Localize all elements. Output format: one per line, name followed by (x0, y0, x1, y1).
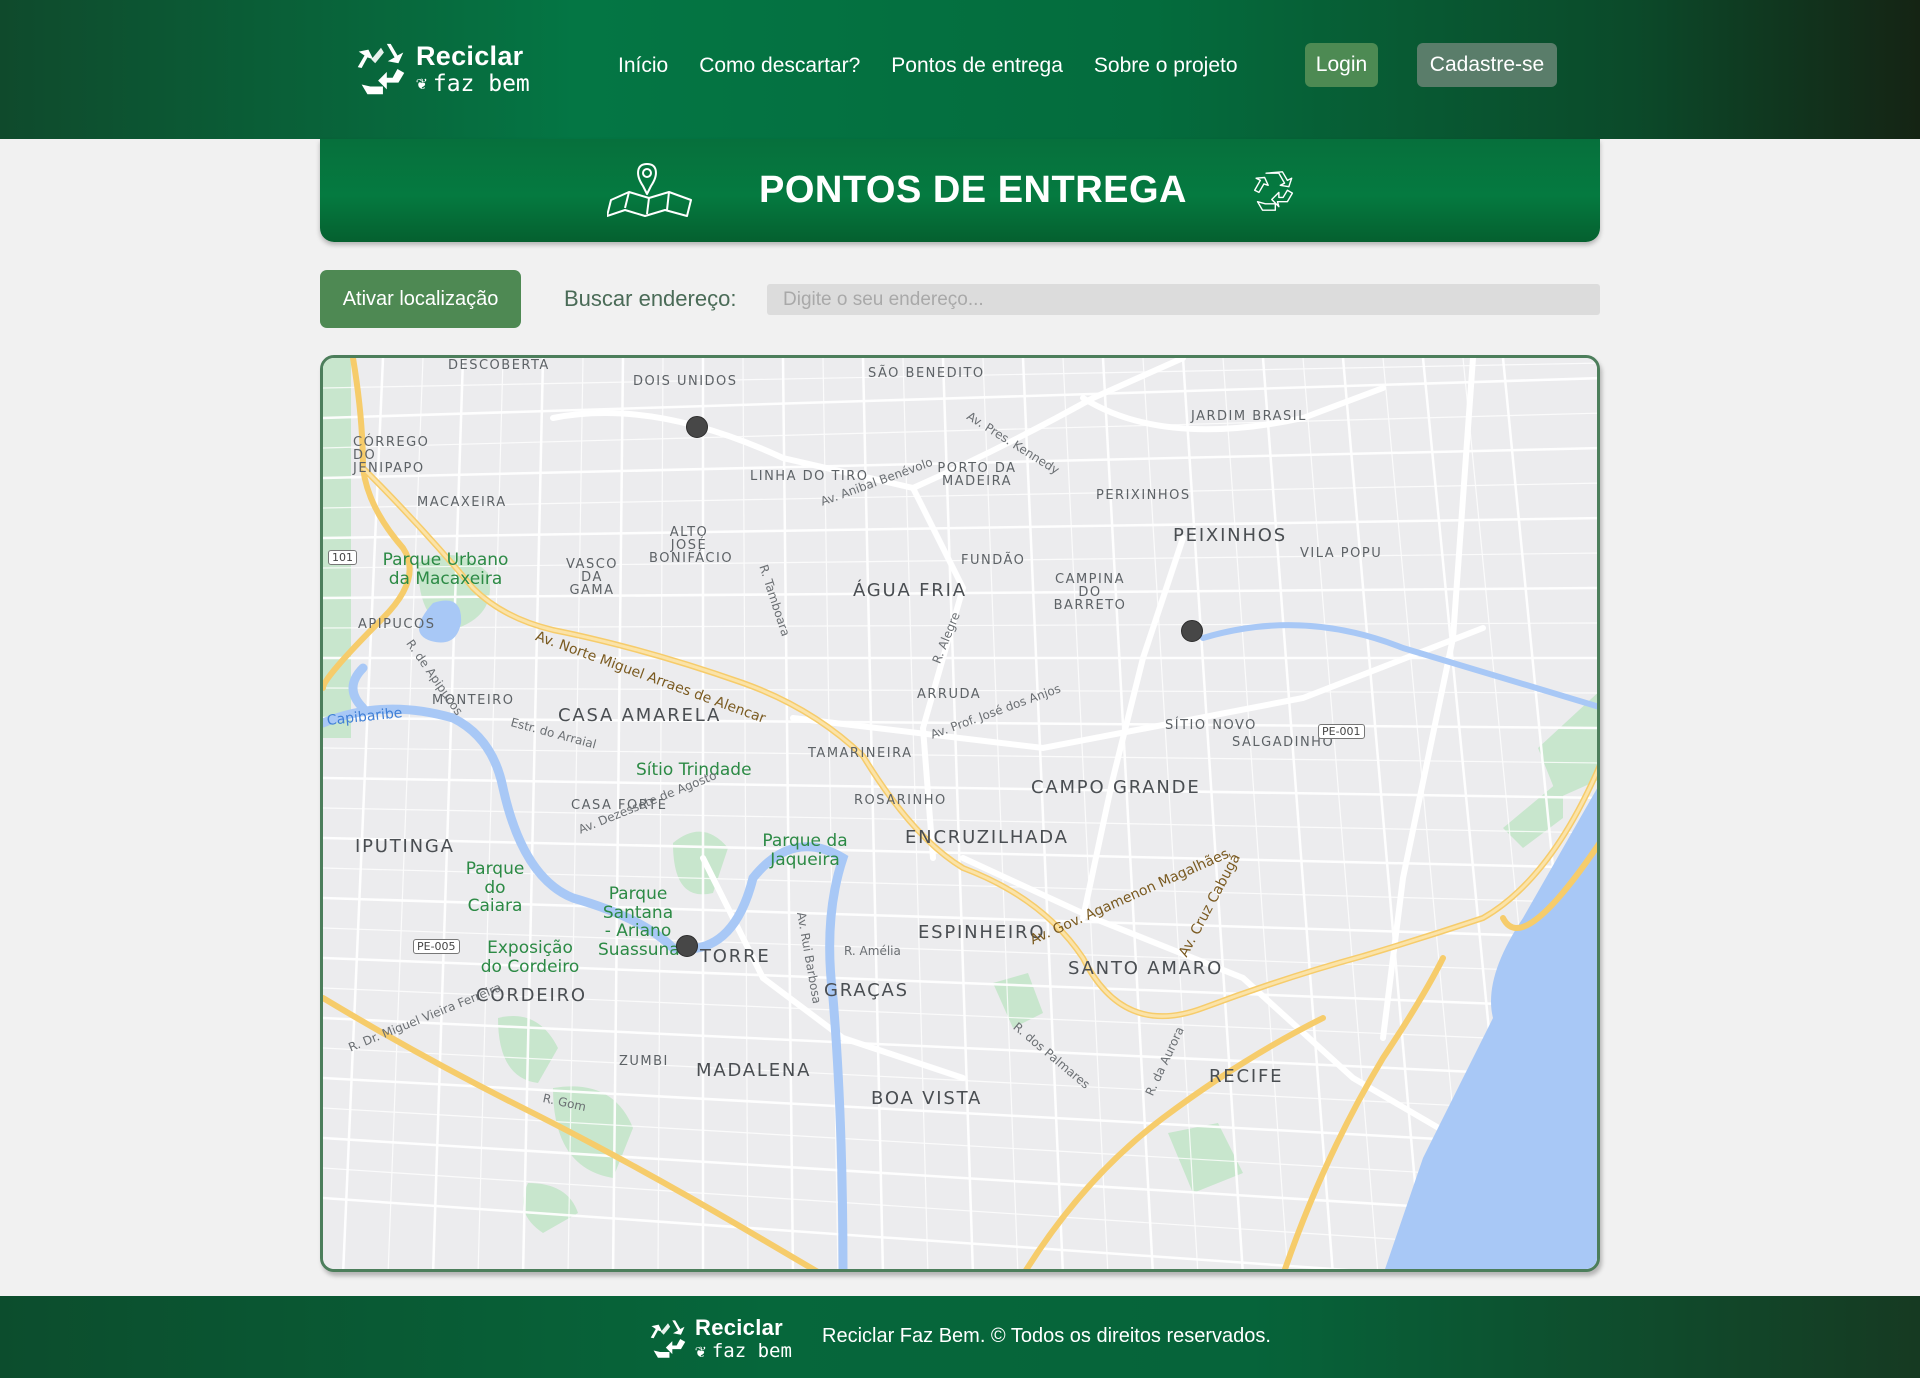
map-label-macaxeira: MACAXEIRA (417, 495, 507, 510)
nav-sobre-o-projeto[interactable]: Sobre o projeto (1094, 54, 1238, 78)
address-search-input[interactable] (767, 284, 1600, 315)
map-label-encruzilhada: ENCRUZILHADA (905, 827, 1069, 848)
map-label-tamarineira: TAMARINEIRA (808, 746, 913, 761)
brand-logo[interactable]: Reciclar ❦ faz bem (350, 38, 530, 100)
map-label-vila-popu: VILA POPU (1300, 546, 1383, 561)
footer-logo[interactable]: Reciclar ❦ faz bem (645, 1316, 792, 1362)
map-label-peixinhos: PEIXINHOS (1173, 525, 1287, 546)
map-label-alto-jose-bonifacio: ALTO JOSÉ BONIFÁCIO (649, 525, 734, 566)
activate-location-button[interactable]: Ativar localização (320, 270, 521, 328)
map-label-campo-grande: CAMPO GRANDE (1031, 777, 1201, 798)
map-label-sao-benedito: SÃO BENEDITO (868, 366, 985, 381)
nav-como-descartar[interactable]: Como descartar? (699, 54, 860, 78)
footer-copyright: Reciclar Faz Bem. © Todos os direitos re… (822, 1325, 1271, 1347)
footer-brand-name-bottom: faz bem (711, 1340, 792, 1362)
page-title: PONTOS DE ENTREGA (759, 169, 1187, 211)
map-label-corrego-do-jenipapo: CÓRREGO DO JENIPAPO (353, 435, 430, 476)
nav-pontos-de-entrega[interactable]: Pontos de entrega (891, 54, 1063, 78)
map-label-sitio-novo: SÍTIO NOVO (1165, 718, 1257, 733)
map-park-santana: Parque Santana - Ariano Suassuna (598, 884, 680, 961)
map-park-jaqueira: Parque da Jaqueira (762, 831, 848, 870)
site-header: Reciclar ❦ faz bem Início Como descartar?… (0, 0, 1920, 139)
map-pin-icon (607, 162, 693, 217)
signup-button[interactable]: Cadastre-se (1417, 43, 1557, 87)
map-label-descoberta: DESCOBERTA (448, 358, 550, 373)
map-label-espinheiro: ESPINHEIRO (918, 922, 1046, 943)
brand-name-bottom: faz bem (432, 70, 530, 97)
leaf-icon: ❦ (695, 1340, 706, 1362)
map-park-exposicao-cordeiro: Exposição do Cordeiro (480, 938, 580, 977)
delivery-point-marker[interactable] (686, 416, 708, 438)
map-label-madalena: MADALENA (696, 1060, 812, 1081)
leaf-icon: ❦ (416, 73, 427, 94)
map-label-dois-unidos: DOIS UNIDOS (633, 374, 738, 389)
search-label: Buscar endereço: (564, 286, 737, 311)
map-label-fundao: FUNDÃO (961, 553, 1026, 568)
map-label-arruda: ARRUDA (917, 687, 982, 702)
map-label-campina-do-barreto: CAMPINA DO BARRETO (1053, 572, 1127, 613)
map-label-linha-do-tiro: LINHA DO TIRO (750, 469, 869, 484)
brand-name-top: Reciclar (416, 40, 524, 71)
route-shield-pe-001: PE-001 (1318, 724, 1365, 739)
page-banner: PONTOS DE ENTREGA (320, 139, 1600, 242)
map-label-iputinga: IPUTINGA (355, 836, 455, 857)
map-park-macaxeira: Parque Urbano da Macaxeira (382, 550, 509, 589)
recycle-icon (357, 43, 405, 95)
login-button[interactable]: Login (1305, 43, 1378, 87)
nav-inicio[interactable]: Início (618, 54, 668, 78)
recycle-icon (650, 1320, 686, 1358)
map-label-recife: RECIFE (1209, 1066, 1284, 1087)
route-shield-101: 101 (328, 550, 357, 565)
map-label-jardim-brasil: JARDIM BRASIL (1191, 409, 1307, 424)
map-label-gracas: GRAÇAS (824, 980, 909, 1001)
delivery-point-marker[interactable] (676, 935, 698, 957)
map-park-caiara: Parque do Caiara (465, 859, 525, 917)
map-label-boa-vista: BOA VISTA (871, 1088, 983, 1109)
map-label-torre: TORRE (700, 946, 771, 967)
map-label-casa-amarela: CASA AMARELA (558, 705, 722, 726)
footer-brand-name-top: Reciclar (695, 1315, 784, 1340)
site-footer: Reciclar ❦ faz bem Reciclar Faz Bem. © To… (0, 1296, 1920, 1378)
map-label-apipucos: APIPUCOS (358, 617, 436, 632)
map-label-vasco-da-gama: VASCO DA GAMA (565, 557, 619, 598)
delivery-point-marker[interactable] (1181, 620, 1203, 642)
map-label-porto-da-madeira: PORTO DA MADEIRA (937, 461, 1017, 489)
map-base[interactable] (323, 358, 1600, 1272)
map-label-agua-fria: ÁGUA FRIA (853, 580, 967, 601)
map-label-zumbi: ZUMBI (619, 1054, 669, 1069)
map-label-santo-amaro: SANTO AMARO (1068, 958, 1224, 979)
recycle-outline-icon (1253, 170, 1294, 211)
map-street-amelia: R. Amélia (844, 944, 901, 958)
map-label-perixinhos: PERIXINHOS (1096, 488, 1191, 503)
delivery-points-map[interactable]: DESCOBERTA DOIS UNIDOS SÃO BENEDITO JARD… (320, 355, 1600, 1272)
main-nav: Início Como descartar? Pontos de entrega… (618, 54, 1269, 78)
route-shield-pe-005: PE-005 (413, 939, 460, 954)
map-label-rosarinho: ROSARINHO (854, 793, 947, 808)
